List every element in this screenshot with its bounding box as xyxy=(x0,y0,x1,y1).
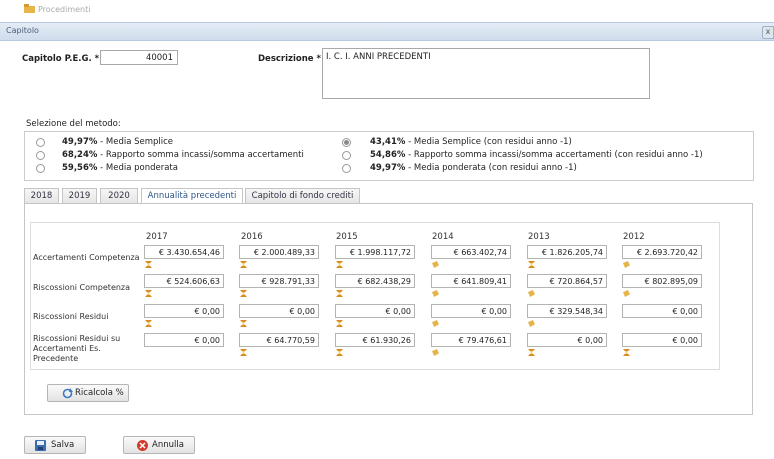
year-header: 2012 xyxy=(623,232,645,242)
amount-field[interactable]: € 0,00 xyxy=(431,304,511,318)
description-textarea[interactable]: I. C. I. ANNI PRECEDENTI xyxy=(322,48,650,99)
amount-field[interactable]: € 61.930,26 xyxy=(335,333,415,347)
method-percent: 49,97% xyxy=(370,163,406,173)
breadcrumb-label[interactable]: Procedimenti xyxy=(38,5,90,14)
amount-field[interactable]: € 0,00 xyxy=(622,304,702,318)
method-percent: 68,24% xyxy=(62,150,98,160)
radio-button[interactable] xyxy=(36,164,45,173)
radio-button-selected[interactable] xyxy=(342,138,351,147)
amount-field[interactable]: € 1.998.117,72 xyxy=(335,245,415,259)
row-label: Riscossioni Residui xyxy=(33,312,109,321)
radio-button[interactable] xyxy=(342,164,351,173)
radio-button[interactable] xyxy=(36,138,45,147)
floppy-disk-icon xyxy=(35,440,46,451)
method-legend: Selezione del metodo: xyxy=(26,119,121,129)
folder-icon xyxy=(24,4,35,13)
row-label: Accertamenti Competenza xyxy=(33,253,140,262)
cancel-button[interactable]: Annulla xyxy=(123,436,195,454)
method-percent: 54,86% xyxy=(370,150,406,160)
radio-button[interactable] xyxy=(342,151,351,160)
method-text: - Media Semplice (con residui anno -1) xyxy=(405,137,572,147)
amount-field[interactable]: € 0,00 xyxy=(527,333,607,347)
amount-field[interactable]: € 720.864,57 xyxy=(527,274,607,288)
amount-field[interactable]: € 1.826.205,74 xyxy=(527,245,607,259)
year-header: 2014 xyxy=(432,232,454,242)
tab-2019[interactable]: 2019 xyxy=(62,188,97,203)
save-label: Salva xyxy=(51,440,75,450)
amount-field[interactable]: € 0,00 xyxy=(144,304,224,318)
description-label: Descrizione * xyxy=(258,54,321,64)
amount-field[interactable]: € 0,00 xyxy=(144,333,224,347)
refresh-icon xyxy=(62,388,73,399)
amount-field[interactable]: € 0,00 xyxy=(335,304,415,318)
ricalcola-button[interactable]: Ricalcola % xyxy=(47,384,129,402)
amount-field[interactable]: € 2.693.720,42 xyxy=(622,245,702,259)
tab-capitolo-fondo-crediti[interactable]: Capitolo di fondo crediti xyxy=(245,188,360,203)
cancel-icon xyxy=(137,440,148,451)
method-text: - Rapporto somma incassi/somma accertame… xyxy=(97,150,304,160)
amount-field[interactable]: € 802.895,09 xyxy=(622,274,702,288)
cancel-label: Annulla xyxy=(152,440,184,450)
app-breadcrumb-bar: Procedimenti xyxy=(0,0,774,20)
amount-field[interactable]: € 329.548,34 xyxy=(527,304,607,318)
method-text: - Media ponderata xyxy=(97,163,178,173)
amount-field[interactable]: € 663.402,74 xyxy=(431,245,511,259)
year-header: 2013 xyxy=(528,232,550,242)
tab-2020[interactable]: 2020 xyxy=(100,188,138,203)
tab-annualita-precedenti[interactable]: Annualità precedenti xyxy=(141,188,243,204)
method-text: - Rapporto somma incassi/somma accertame… xyxy=(405,150,703,160)
method-text: - Media Semplice xyxy=(97,137,174,147)
save-button[interactable]: Salva xyxy=(24,436,86,454)
method-percent: 43,41% xyxy=(370,137,406,147)
amount-field[interactable]: € 682.438,29 xyxy=(335,274,415,288)
close-button[interactable]: x xyxy=(762,26,774,39)
amount-field[interactable]: € 64.770,59 xyxy=(239,333,319,347)
window-title: Capitolo xyxy=(6,26,39,35)
amount-field[interactable]: € 928.791,33 xyxy=(239,274,319,288)
row-label: Riscossioni Competenza xyxy=(33,283,131,292)
window-titlebar: Capitolo x xyxy=(0,22,774,41)
amount-field[interactable]: € 0,00 xyxy=(622,333,702,347)
amount-field[interactable]: € 524.606,63 xyxy=(144,274,224,288)
year-header: 2017 xyxy=(146,232,168,242)
amount-field[interactable]: € 641.809,41 xyxy=(431,274,511,288)
peg-label: Capitolo P.E.G. * xyxy=(22,54,100,64)
row-label: Riscossioni Residui su Accertamenti Es. … xyxy=(33,334,121,363)
tab-2018[interactable]: 2018 xyxy=(24,188,59,203)
ricalcola-label: Ricalcola % xyxy=(75,388,124,398)
amount-field[interactable]: € 3.430.654,46 xyxy=(144,245,224,259)
amount-field[interactable]: € 0,00 xyxy=(239,304,319,318)
radio-button[interactable] xyxy=(36,151,45,160)
amount-field[interactable]: € 2.000.489,33 xyxy=(239,245,319,259)
method-percent: 49,97% xyxy=(62,137,98,147)
peg-input[interactable]: 40001 xyxy=(100,50,178,65)
amount-field[interactable]: € 79.476,61 xyxy=(431,333,511,347)
method-percent: 59,56% xyxy=(62,163,98,173)
year-header: 2016 xyxy=(241,232,263,242)
method-text: - Media ponderata (con residui anno -1) xyxy=(405,163,577,173)
year-header: 2015 xyxy=(336,232,358,242)
